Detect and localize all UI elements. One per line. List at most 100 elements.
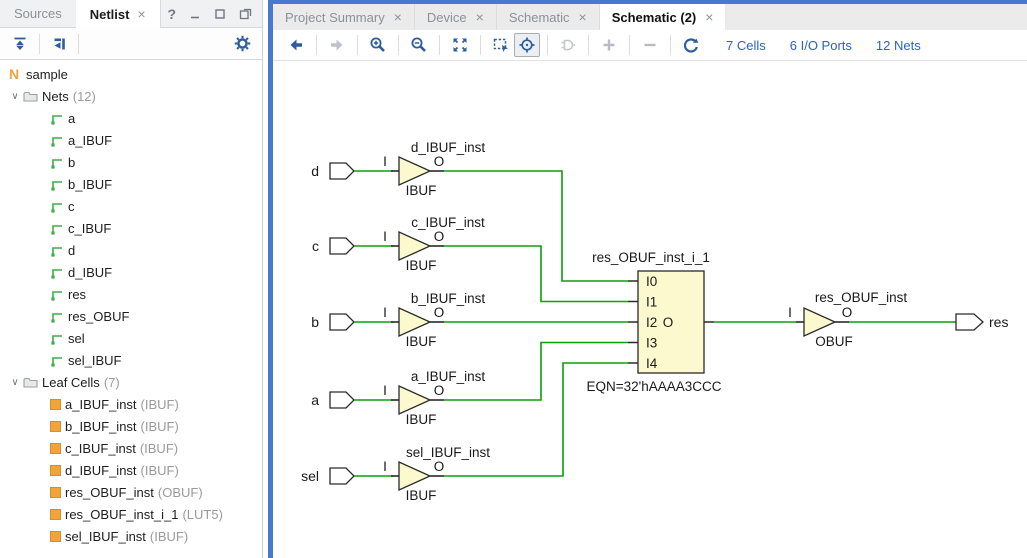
add-cell-icon[interactable] [555, 33, 581, 57]
close-icon[interactable]: × [394, 10, 402, 24]
cell-type: (LUT5) [182, 507, 222, 522]
tab-schematic-2[interactable]: Schematic (2) × [600, 4, 726, 30]
autofit-selection-icon[interactable] [514, 33, 540, 57]
tree-item-cell[interactable]: c_IBUF_inst(IBUF) [0, 437, 262, 459]
toolbar-separator [398, 35, 399, 55]
tree-group-leaf-cells[interactable]: ∨ Leaf Cells (7) [0, 371, 262, 393]
port-label: sel [301, 468, 319, 484]
ibuf-symbol[interactable] [399, 157, 430, 185]
tab-netlist-label: Netlist [90, 7, 130, 22]
tree-item-net[interactable]: c [0, 195, 262, 217]
tree-item-net[interactable]: c_IBUF [0, 217, 262, 239]
net-icon [48, 198, 64, 214]
tree-item-net[interactable]: b [0, 151, 262, 173]
left-tabbar: Sources Netlist × ? [0, 0, 262, 28]
tree-item-net[interactable]: d [0, 239, 262, 261]
instance-name: res_OBUF_inst [815, 290, 908, 305]
netlist-root-icon: N [6, 66, 22, 82]
schematic-canvas[interactable]: d I O d_IBUF_inst IBUF c I [278, 65, 1027, 558]
tree-item-net[interactable]: sel [0, 327, 262, 349]
input-port-symbol[interactable] [330, 238, 354, 254]
zoom-out-icon[interactable] [406, 33, 432, 57]
lut-equation: EQN=32'hAAAA3CCC [586, 379, 721, 394]
chevron-down-icon[interactable]: ∨ [8, 377, 22, 388]
tree-root[interactable]: N sample [0, 63, 262, 85]
input-port-symbol[interactable] [330, 468, 354, 484]
net-icon [48, 264, 64, 280]
tree-item-net[interactable]: a_IBUF [0, 129, 262, 151]
tree-item-net[interactable]: sel_IBUF [0, 349, 262, 371]
close-icon[interactable]: × [579, 10, 587, 24]
tab-device[interactable]: Device × [415, 4, 497, 30]
minimize-icon[interactable] [189, 8, 201, 20]
zoom-in-icon[interactable] [365, 33, 391, 57]
close-icon[interactable]: × [137, 7, 145, 21]
zoom-to-selection-icon[interactable] [488, 33, 514, 57]
net-icon [48, 176, 64, 192]
tree-item-net[interactable]: b_IBUF [0, 173, 262, 195]
input-port-symbol[interactable] [330, 392, 354, 408]
pin-label: I4 [646, 356, 658, 371]
cell-type: (IBUF) [150, 529, 188, 544]
ibuf-row-c: c I O c_IBUF_inst IBUF [312, 215, 485, 273]
nets-count-link[interactable]: 12 Nets [876, 38, 921, 53]
toolbar-separator [629, 35, 630, 55]
plus-icon[interactable] [596, 33, 622, 57]
io-ports-count-link[interactable]: 6 I/O Ports [790, 38, 852, 53]
help-icon[interactable]: ? [167, 6, 176, 22]
tree-group-nets[interactable]: ∨ Nets (12) [0, 85, 262, 107]
input-port-symbol[interactable] [330, 314, 354, 330]
pin-i-label: I [383, 305, 387, 320]
back-icon[interactable] [283, 33, 309, 57]
tree-item-net[interactable]: d_IBUF [0, 261, 262, 283]
tab-netlist[interactable]: Netlist × [76, 0, 161, 28]
tab-schematic[interactable]: Schematic × [497, 4, 600, 30]
chevron-down-icon[interactable]: ∨ [8, 91, 22, 102]
float-icon[interactable] [239, 8, 252, 20]
cell-type: (IBUF) [141, 463, 179, 478]
tree-item-net[interactable]: a [0, 107, 262, 129]
tree-item-cell[interactable]: sel_IBUF_inst (IBUF) [0, 525, 262, 547]
net-icon [48, 352, 64, 368]
maximize-icon[interactable] [214, 8, 226, 20]
toolbar-separator [439, 35, 440, 55]
settings-gear-icon[interactable] [230, 32, 254, 56]
cells-count-link[interactable]: 7 Cells [726, 38, 766, 53]
tree-item-cell[interactable]: res_OBUF_inst(OBUF) [0, 481, 262, 503]
cell-type: (OBUF) [158, 485, 203, 500]
tree-item-net[interactable]: res_OBUF [0, 305, 262, 327]
netlist-toolbar [0, 28, 262, 60]
obuf-symbol[interactable] [804, 308, 835, 336]
tab-sources[interactable]: Sources [0, 0, 76, 27]
pin-i-label: I [383, 154, 387, 169]
input-port-symbol[interactable] [330, 163, 354, 179]
ibuf-symbol[interactable] [399, 308, 430, 336]
tree-item-cell[interactable]: b_IBUF_inst(IBUF) [0, 415, 262, 437]
refresh-icon[interactable] [678, 33, 704, 57]
tree-item-net[interactable]: res [0, 283, 262, 305]
instance-name: b_IBUF_inst [411, 291, 486, 306]
ibuf-symbol[interactable] [399, 232, 430, 260]
pin-o-label: O [434, 154, 445, 169]
net-icon [48, 286, 64, 302]
cell-icon [50, 421, 61, 432]
tree-item-cell[interactable]: d_IBUF_inst(IBUF) [0, 459, 262, 481]
pin-i-label: I [383, 229, 387, 244]
ibuf-row-b: b I O b_IBUF_inst IBUF [311, 291, 485, 349]
minus-icon[interactable] [637, 33, 663, 57]
folder-icon [22, 374, 38, 390]
ibuf-symbol[interactable] [399, 386, 430, 414]
tree-item-cell[interactable]: a_IBUF_inst(IBUF) [0, 393, 262, 415]
forward-icon[interactable] [324, 33, 350, 57]
tree-item-label: sel_IBUF_inst [65, 529, 146, 544]
close-icon[interactable]: × [476, 10, 484, 24]
collapse-all-icon[interactable] [8, 32, 32, 56]
expand-selected-icon[interactable] [47, 32, 71, 56]
tree-item-cell[interactable]: res_OBUF_inst_i_1(LUT5) [0, 503, 262, 525]
net-icon [48, 308, 64, 324]
output-port-symbol[interactable] [956, 314, 983, 330]
close-icon[interactable]: × [705, 10, 713, 24]
zoom-fit-icon[interactable] [447, 33, 473, 57]
ibuf-symbol[interactable] [399, 462, 430, 490]
tab-project-summary[interactable]: Project Summary × [273, 4, 415, 30]
